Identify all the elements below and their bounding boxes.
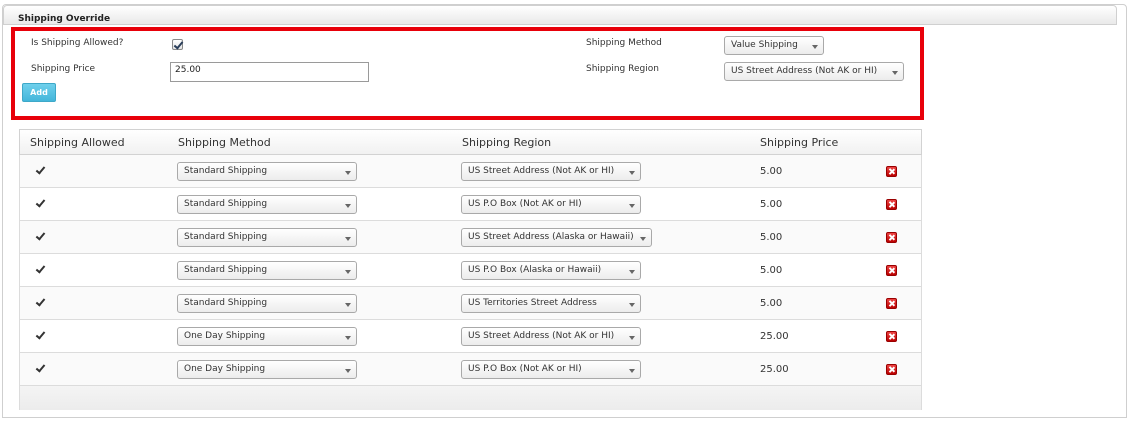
row-shipping-region-select[interactable]: US Street Address (Alaska or Hawaii)	[461, 228, 652, 247]
row-shipping-price: 25.00	[760, 331, 789, 342]
delete-icon[interactable]	[886, 298, 897, 309]
panel-header: Shipping Override	[3, 5, 1117, 25]
chevron-down-icon	[629, 270, 635, 274]
delete-icon[interactable]	[886, 199, 897, 210]
row-shipping-region-value: US P.O Box (Alaska or Hawaii)	[468, 265, 602, 275]
row-shipping-price: 5.00	[760, 232, 783, 243]
table-row: Standard Shipping US P.O Box (Alaska or H…	[19, 254, 922, 287]
shipping-allowed-checkbox[interactable]	[35, 231, 46, 242]
shipping-region-select[interactable]: US Street Address (Not AK or HI)	[724, 62, 904, 81]
chevron-down-icon	[345, 171, 351, 175]
row-shipping-region-select[interactable]: US Territories Street Address	[461, 294, 641, 313]
delete-icon[interactable]	[886, 331, 897, 342]
chevron-down-icon	[345, 270, 351, 274]
row-shipping-method-select[interactable]: One Day Shipping	[177, 327, 357, 346]
table-row: One Day Shipping US P.O Box (Not AK or HI…	[19, 353, 922, 386]
row-shipping-method-select[interactable]: Standard Shipping	[177, 228, 357, 247]
chevron-down-icon	[629, 336, 635, 340]
shipping-allowed-checkbox[interactable]	[35, 330, 46, 341]
chevron-down-icon	[812, 45, 818, 49]
shipping-method-label: Shipping Method	[586, 38, 662, 48]
table-row: Standard Shipping US P.O Box (Not AK or H…	[19, 188, 922, 221]
row-shipping-method-value: Standard Shipping	[184, 199, 268, 209]
table-footer	[19, 386, 922, 410]
shipping-rules-table: Shipping Allowed Shipping Method Shippin…	[19, 129, 922, 410]
row-shipping-region-value: US P.O Box (Not AK or HI)	[468, 199, 582, 209]
row-shipping-method-value: One Day Shipping	[184, 331, 266, 341]
chevron-down-icon	[629, 171, 635, 175]
chevron-down-icon	[629, 303, 635, 307]
chevron-down-icon	[345, 303, 351, 307]
delete-icon[interactable]	[886, 364, 897, 375]
chevron-down-icon	[345, 336, 351, 340]
shipping-allowed-checkbox[interactable]	[35, 165, 46, 176]
shipping-region-label: Shipping Region	[586, 64, 659, 74]
shipping-price-input[interactable]: 25.00	[170, 62, 369, 82]
chevron-down-icon	[345, 237, 351, 241]
shipping-method-value: Value Shipping	[731, 40, 798, 50]
chevron-down-icon	[629, 204, 635, 208]
row-shipping-price: 5.00	[760, 199, 783, 210]
row-shipping-price: 25.00	[760, 364, 789, 375]
row-shipping-method-select[interactable]: Standard Shipping	[177, 261, 357, 280]
row-shipping-price: 5.00	[760, 166, 783, 177]
table-header: Shipping Allowed Shipping Method Shippin…	[19, 129, 922, 155]
row-shipping-method-select[interactable]: Standard Shipping	[177, 294, 357, 313]
header-shipping-method: Shipping Method	[178, 136, 271, 149]
row-shipping-region-value: US Territories Street Address	[468, 298, 597, 308]
row-shipping-region-value: US Street Address (Alaska or Hawaii)	[468, 232, 634, 242]
row-shipping-method-value: Standard Shipping	[184, 232, 268, 242]
row-shipping-method-select[interactable]: Standard Shipping	[177, 195, 357, 214]
row-shipping-region-value: US Street Address (Not AK or HI)	[468, 166, 615, 176]
delete-icon[interactable]	[886, 166, 897, 177]
panel-title: Shipping Override	[18, 14, 111, 24]
shipping-allowed-checkbox[interactable]	[35, 264, 46, 275]
row-shipping-price: 5.00	[760, 298, 783, 309]
row-shipping-method-value: Standard Shipping	[184, 166, 268, 176]
shipping-override-form: Is Shipping Allowed? Shipping Price 25.0…	[11, 27, 924, 120]
row-shipping-region-select[interactable]: US P.O Box (Alaska or Hawaii)	[461, 261, 641, 280]
chevron-down-icon	[345, 204, 351, 208]
row-shipping-method-value: Standard Shipping	[184, 265, 268, 275]
table-row: Standard Shipping US Street Address (Not …	[19, 155, 922, 188]
row-shipping-region-select[interactable]: US Street Address (Not AK or HI)	[461, 162, 641, 181]
chevron-down-icon	[345, 369, 351, 373]
shipping-price-label: Shipping Price	[31, 64, 96, 74]
shipping-allowed-checkbox[interactable]	[35, 198, 46, 209]
row-shipping-price: 5.00	[760, 265, 783, 276]
shipping-method-select[interactable]: Value Shipping	[724, 36, 824, 55]
table-row: One Day Shipping US Street Address (Not A…	[19, 320, 922, 353]
header-shipping-allowed: Shipping Allowed	[30, 136, 125, 149]
row-shipping-region-value: US Street Address (Not AK or HI)	[468, 331, 615, 341]
row-shipping-region-value: US P.O Box (Not AK or HI)	[468, 364, 582, 374]
chevron-down-icon	[892, 71, 898, 75]
is-shipping-allowed-label: Is Shipping Allowed?	[31, 38, 124, 48]
row-shipping-region-select[interactable]: US P.O Box (Not AK or HI)	[461, 195, 641, 214]
chevron-down-icon	[629, 369, 635, 373]
row-shipping-method-select[interactable]: One Day Shipping	[177, 360, 357, 379]
table-row: Standard Shipping US Territories Street A…	[19, 287, 922, 320]
add-button[interactable]: Add	[22, 83, 56, 102]
shipping-allowed-checkbox[interactable]	[35, 297, 46, 308]
table-row: Standard Shipping US Street Address (Alas…	[19, 221, 922, 254]
row-shipping-method-value: One Day Shipping	[184, 364, 266, 374]
row-shipping-region-select[interactable]: US P.O Box (Not AK or HI)	[461, 360, 641, 379]
row-shipping-region-select[interactable]: US Street Address (Not AK or HI)	[461, 327, 641, 346]
shipping-region-value: US Street Address (Not AK or HI)	[731, 66, 878, 76]
header-shipping-price: Shipping Price	[760, 136, 839, 149]
row-shipping-method-value: Standard Shipping	[184, 298, 268, 308]
delete-icon[interactable]	[886, 232, 897, 243]
delete-icon[interactable]	[886, 265, 897, 276]
is-shipping-allowed-checkbox[interactable]	[172, 39, 183, 50]
shipping-allowed-checkbox[interactable]	[35, 363, 46, 374]
row-shipping-method-select[interactable]: Standard Shipping	[177, 162, 357, 181]
chevron-down-icon	[640, 237, 646, 241]
header-shipping-region: Shipping Region	[462, 136, 552, 149]
